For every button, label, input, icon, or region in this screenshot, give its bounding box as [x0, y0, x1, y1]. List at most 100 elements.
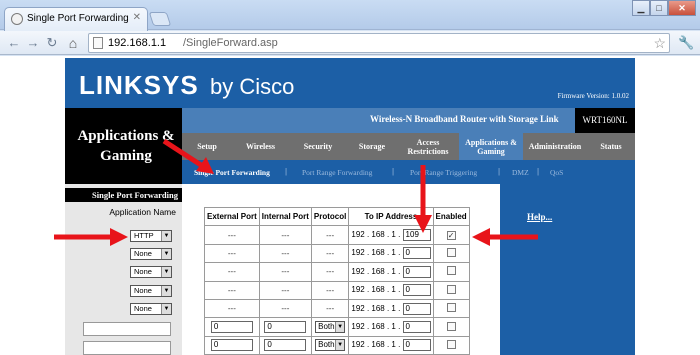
enabled-cell: [432, 317, 470, 337]
application-select[interactable]: None ▼: [130, 303, 172, 315]
enabled-cell: [432, 243, 470, 264]
annotation-arrow-icon: [162, 138, 214, 174]
bookmark-star-icon[interactable]: ☆: [653, 35, 666, 52]
enabled-cell: [432, 298, 470, 319]
internal-port-input[interactable]: 0: [264, 321, 307, 334]
application-name-label: Application Name: [109, 207, 176, 217]
subtab-port-range-forwarding[interactable]: Port Range Forwarding: [302, 168, 372, 177]
column-header: Enabled: [432, 206, 470, 227]
new-tab-button[interactable]: [148, 12, 172, 26]
help-link[interactable]: Help...: [527, 212, 552, 222]
home-icon[interactable]: ⌂: [65, 35, 81, 51]
ip-address-cell: 192 . 168 . 1 . 0: [348, 262, 434, 282]
enabled-checkbox[interactable]: [446, 321, 456, 331]
browser-toolbar: ← → ↻ ⌂ 192.168.1.1 /SingleForward.asp ☆…: [0, 31, 700, 55]
ip-last-octet-input[interactable]: 0: [402, 284, 431, 297]
protocol-cell: ---: [310, 243, 350, 264]
table-row: 0 0 Both ▼ 192 . 168 . 1 . 0: [204, 317, 470, 337]
ip-prefix: 192 . 168 . 1 .: [351, 248, 401, 258]
internal-port-cell: ---: [258, 225, 312, 245]
protocol-cell: Both ▼: [310, 317, 350, 337]
external-port-cell: 0: [204, 335, 260, 355]
wrench-icon[interactable]: 🔧: [678, 35, 694, 51]
help-panel-inner: Help...: [506, 188, 631, 355]
sub-tab-bar: Single Port Forwarding | Port Range Forw…: [182, 160, 635, 184]
enabled-cell: ✓: [432, 225, 470, 245]
external-port-input[interactable]: 0: [210, 321, 253, 334]
tab-status[interactable]: Status: [587, 133, 635, 160]
application-select[interactable]: None ▼: [130, 248, 172, 260]
tab-security[interactable]: Security: [289, 133, 347, 160]
internal-port-cell: ---: [258, 280, 312, 300]
application-select[interactable]: None ▼: [130, 285, 172, 297]
ip-prefix: 192 . 168 . 1 .: [351, 322, 401, 332]
ip-last-octet-input[interactable]: 0: [402, 265, 431, 278]
external-port-cell: ---: [204, 280, 260, 300]
reload-icon[interactable]: ↻: [44, 35, 60, 51]
forward-arrow-icon[interactable]: →: [25, 35, 41, 51]
enabled-checkbox[interactable]: ✓: [446, 230, 456, 240]
ip-prefix: 192 . 168 . 1 .: [351, 285, 401, 295]
page-icon: [93, 37, 103, 49]
application-name-input[interactable]: [83, 322, 171, 336]
chevron-down-icon: ▼: [335, 340, 345, 351]
protocol-select[interactable]: Both ▼: [315, 321, 346, 334]
annotation-arrow-icon: [472, 228, 538, 246]
enabled-checkbox[interactable]: [446, 339, 456, 349]
tab-wireless[interactable]: Wireless: [232, 133, 289, 160]
protocol-cell: ---: [310, 262, 350, 282]
internal-port-cell: ---: [258, 298, 312, 319]
back-arrow-icon[interactable]: ←: [6, 35, 22, 51]
column-header: External Port: [204, 206, 260, 227]
enabled-checkbox[interactable]: [446, 247, 456, 257]
protocol-select[interactable]: Both ▼: [315, 339, 346, 352]
product-name: Wireless-N Broadband Router with Storage…: [370, 114, 559, 124]
application-name-input[interactable]: [83, 341, 171, 355]
external-port-cell: ---: [204, 262, 260, 282]
tab-access-restrictions[interactable]: Access Restrictions: [397, 133, 459, 160]
enabled-cell: [432, 335, 470, 355]
ip-address-cell: 192 . 168 . 1 . 0: [348, 335, 434, 355]
chevron-down-icon: ▼: [161, 249, 171, 259]
browser-tab[interactable]: Single Port Forwarding ✕: [4, 7, 148, 31]
enabled-checkbox[interactable]: [446, 284, 456, 294]
application-select-value: None: [134, 304, 152, 313]
application-select-value: None: [134, 286, 152, 295]
tab-administration[interactable]: Administration: [523, 133, 587, 160]
ip-last-octet-input[interactable]: 0: [402, 339, 431, 352]
ip-last-octet-input[interactable]: 0: [402, 321, 431, 334]
tab-applications-gaming[interactable]: Applications & Gaming: [459, 133, 523, 160]
cisco-logo: by Cisco: [210, 74, 295, 99]
left-panel-header: Single Port Forwarding: [65, 188, 182, 202]
protocol-cell: ---: [310, 298, 350, 319]
enabled-checkbox[interactable]: [446, 303, 456, 313]
maximize-button[interactable]: □: [650, 0, 668, 16]
tab-close-icon[interactable]: ✕: [133, 12, 141, 23]
tab-storage[interactable]: Storage: [347, 133, 397, 160]
internal-port-input[interactable]: 0: [264, 339, 307, 352]
ip-prefix: 192 . 168 . 1 .: [351, 340, 401, 350]
close-window-button[interactable]: ✕: [668, 0, 696, 16]
enabled-checkbox[interactable]: [446, 266, 456, 276]
minimize-button[interactable]: ▁: [632, 0, 650, 16]
ip-last-octet-input[interactable]: 0: [402, 302, 431, 315]
chevron-down-icon: ▼: [161, 304, 171, 314]
subtab-qos[interactable]: QoS: [550, 168, 563, 177]
application-select[interactable]: None ▼: [130, 266, 172, 278]
ip-address-cell: 192 . 168 . 1 . 0: [348, 317, 434, 337]
annotation-arrow-icon: [414, 165, 432, 233]
tab-favicon-icon: [11, 13, 23, 25]
ip-last-octet-input[interactable]: 0: [402, 247, 431, 260]
external-port-cell: 0: [204, 317, 260, 337]
linksys-logo: LINKSYS: [79, 70, 199, 100]
firmware-version: Firmware Version: 1.0.02: [557, 92, 629, 100]
chevron-down-icon: ▼: [161, 231, 171, 241]
internal-port-cell: 0: [258, 335, 312, 355]
address-bar[interactable]: 192.168.1.1 /SingleForward.asp ☆: [88, 33, 670, 53]
application-select[interactable]: HTTP ▼: [130, 230, 172, 242]
internal-port-cell: ---: [258, 262, 312, 282]
router-header: LINKSYS by Cisco Firmware Version: 1.0.0…: [65, 58, 635, 108]
forwarding-content: External Port Internal Port Protocol To …: [182, 184, 500, 355]
subtab-dmz[interactable]: DMZ: [512, 168, 529, 177]
external-port-input[interactable]: 0: [210, 339, 253, 352]
